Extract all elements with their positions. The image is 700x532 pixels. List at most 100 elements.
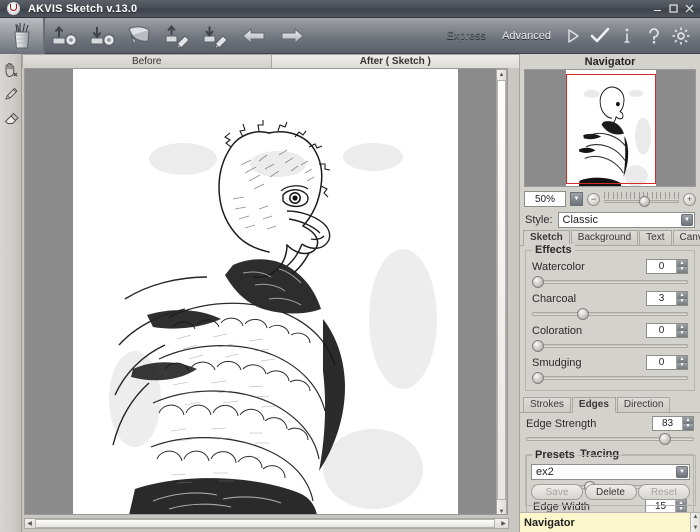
delete-preset-button[interactable]: Delete [584, 484, 637, 500]
spinner-down-arrow[interactable]: ▼ [677, 330, 687, 337]
image-canvas[interactable]: ▲ ▼ [24, 68, 508, 515]
settings-panel: Navigator 50% ▼ − + Style: Classic ▼ Ske… [519, 54, 700, 532]
coloration-slider-thumb[interactable] [532, 340, 544, 352]
spinner-down-arrow[interactable]: ▼ [677, 362, 687, 369]
style-label: Style: [525, 214, 553, 226]
navigator-thumbnail [566, 70, 656, 186]
effects-group: Effects Watercolor 0 ▲ ▼ Charcoal 3 ▲ ▼ … [525, 244, 695, 391]
print-image-icon[interactable] [121, 18, 159, 54]
zoom-slider[interactable] [604, 191, 679, 207]
charcoal-slider-thumb[interactable] [577, 308, 590, 320]
coloration-control: Coloration 0 ▲ ▼ [532, 323, 688, 352]
close-button[interactable] [681, 2, 697, 16]
vertical-scroll-thumb[interactable] [497, 80, 506, 500]
save-preset-icon[interactable] [197, 18, 235, 54]
tab-text[interactable]: Text [639, 230, 672, 245]
charcoal-label: Charcoal [532, 292, 577, 305]
zoom-slider-thumb[interactable] [638, 196, 650, 207]
mode-express[interactable]: Express [438, 18, 494, 54]
tab-edges[interactable]: Edges [571, 397, 616, 413]
smudging-slider[interactable] [532, 371, 688, 384]
style-combobox[interactable]: Classic ▼ [557, 212, 695, 228]
scroll-right-arrow[interactable]: ▶ [499, 519, 508, 528]
smudging-value: 0 [658, 357, 665, 368]
horizontal-scroll-thumb[interactable] [35, 519, 495, 528]
watercolor-slider-thumb[interactable] [532, 276, 544, 288]
info-icon[interactable] [613, 18, 640, 54]
main-toolbar: Express Advanced [0, 17, 700, 54]
smudging-label: Smudging [532, 356, 582, 369]
watercolor-slider[interactable] [532, 275, 688, 288]
check-mark-icon[interactable] [586, 18, 613, 54]
status-scrollbar[interactable]: ▲ ▼ [690, 512, 700, 532]
play-triangle-icon[interactable] [559, 18, 586, 54]
tab-after-sketch[interactable]: After ( Sketch ) [270, 54, 520, 68]
status-text: Navigator [524, 516, 575, 529]
scroll-left-arrow[interactable]: ◀ [25, 519, 34, 528]
coloration-value: 0 [658, 325, 665, 336]
scroll-up-arrow[interactable]: ▲ [497, 70, 506, 79]
scroll-down-arrow[interactable]: ▼ [691, 524, 700, 532]
canvas-horizontal-scrollbar[interactable]: ◀ ▶ [24, 518, 509, 529]
sketch-image [73, 69, 458, 514]
arrow-left-icon[interactable] [235, 18, 273, 54]
presets-buttons: Save Delete Reset [531, 484, 690, 500]
image-view-tabs: Before After ( Sketch ) [22, 54, 520, 68]
edge-strength-label: Edge Strength [526, 417, 597, 430]
charcoal-slider[interactable] [532, 307, 688, 320]
maximize-button[interactable] [665, 2, 681, 16]
pencil-cup-icon [0, 17, 44, 54]
watercolor-label: Watercolor [532, 260, 585, 273]
coloration-spinner[interactable]: 0 ▲ ▼ [646, 323, 688, 338]
open-image-icon[interactable] [45, 18, 83, 54]
scroll-up-arrow[interactable]: ▲ [691, 513, 700, 522]
canvas-vertical-scrollbar[interactable]: ▲ ▼ [496, 69, 507, 515]
effects-group-label: Effects [532, 244, 575, 256]
save-preset-button[interactable]: Save [531, 484, 583, 500]
smudging-spinner[interactable]: 0 ▲ ▼ [646, 355, 688, 370]
spinner-down-arrow[interactable]: ▼ [677, 266, 687, 273]
chevron-down-icon[interactable]: ▼ [570, 192, 583, 206]
edge-strength-slider-thumb[interactable] [658, 433, 671, 445]
hand-pan-icon[interactable] [0, 58, 22, 82]
gear-icon[interactable] [667, 18, 694, 54]
arrow-right-icon[interactable] [273, 18, 311, 54]
reset-preset-button[interactable]: Reset [638, 484, 690, 500]
tab-direction[interactable]: Direction [616, 397, 671, 412]
zoom-controls: 50% ▼ − + [520, 187, 700, 210]
coloration-label: Coloration [532, 324, 583, 337]
image-canvas-area: ▲ ▼ ◀ ▶ [22, 68, 519, 532]
pencil-icon[interactable] [0, 82, 22, 106]
presets-combobox[interactable]: ex2 ▼ [531, 464, 690, 480]
charcoal-spinner[interactable]: 3 ▲ ▼ [646, 291, 688, 306]
akvis-logo-icon [4, 1, 24, 17]
zoom-out-button[interactable]: − [587, 192, 600, 206]
minimize-button[interactable] [649, 2, 665, 16]
left-tool-strip [0, 54, 22, 532]
watercolor-spinner[interactable]: 0 ▲ ▼ [646, 259, 688, 274]
save-image-icon[interactable] [83, 18, 121, 54]
eraser-icon[interactable] [0, 106, 22, 130]
smudging-control: Smudging 0 ▲ ▼ [532, 355, 688, 384]
question-mark-icon[interactable] [640, 18, 667, 54]
tab-background[interactable]: Background [570, 230, 639, 245]
edge-strength-spinner[interactable]: 83 ▲ ▼ [652, 416, 694, 431]
tab-strokes[interactable]: Strokes [523, 397, 571, 412]
smudging-slider-thumb[interactable] [532, 372, 544, 384]
chevron-down-icon[interactable]: ▼ [681, 214, 693, 226]
spinner-down-arrow[interactable]: ▼ [677, 298, 687, 305]
tab-canvas[interactable]: Canvas [672, 230, 700, 245]
load-preset-icon[interactable] [159, 18, 197, 54]
scroll-down-arrow[interactable]: ▼ [497, 507, 506, 515]
sub-tab-bar: Strokes Edges Direction [520, 397, 700, 413]
spinner-down-arrow[interactable]: ▼ [683, 423, 693, 430]
tab-before[interactable]: Before [22, 54, 272, 68]
watercolor-control: Watercolor 0 ▲ ▼ [532, 259, 688, 288]
zoom-in-button[interactable]: + [683, 192, 696, 206]
edge-strength-slider[interactable] [526, 432, 694, 445]
zoom-input[interactable]: 50% [524, 191, 566, 207]
chevron-down-icon[interactable]: ▼ [676, 466, 688, 478]
coloration-slider[interactable] [532, 339, 688, 352]
navigator-preview[interactable] [524, 69, 696, 187]
mode-advanced[interactable]: Advanced [494, 18, 559, 54]
